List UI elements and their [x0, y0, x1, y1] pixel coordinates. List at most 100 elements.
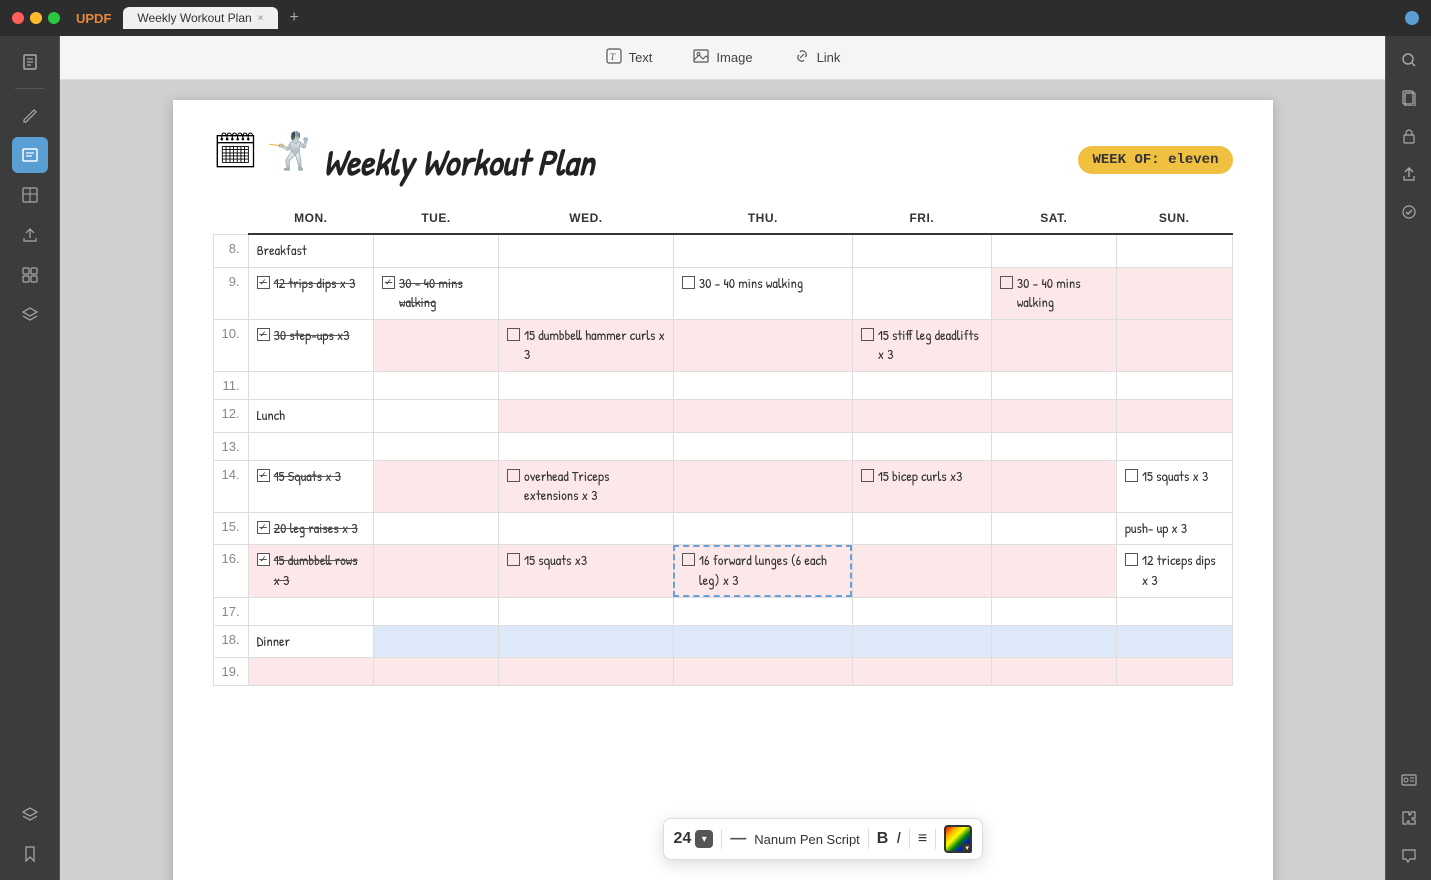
cell-13-fri[interactable]: [852, 432, 991, 460]
cell-8-tue[interactable]: [374, 234, 499, 267]
cell-12-sun[interactable]: [1116, 399, 1232, 432]
cell-14-sat[interactable]: [991, 460, 1116, 512]
right-id-button[interactable]: [1393, 764, 1425, 796]
cell-13-thu[interactable]: [673, 432, 852, 460]
cell-11-thu[interactable]: [673, 371, 852, 399]
checkbox-lunges[interactable]: [682, 553, 695, 566]
color-picker-button[interactable]: ▾: [944, 825, 972, 853]
cell-10-fri[interactable]: 15 stiff leg deadlifts x 3: [852, 319, 991, 371]
right-search-button[interactable]: [1393, 44, 1425, 76]
cell-15-mon[interactable]: 20 leg raises x 3: [248, 512, 373, 545]
cell-8-mon[interactable]: Breakfast: [248, 234, 373, 267]
cell-14-tue[interactable]: [374, 460, 499, 512]
cell-9-mon[interactable]: 12 trips dips x 3: [248, 267, 373, 319]
cell-15-fri[interactable]: [852, 512, 991, 545]
cell-11-sat[interactable]: [991, 371, 1116, 399]
cell-11-wed[interactable]: [499, 371, 674, 399]
checkbox-tricepsdips[interactable]: [1125, 553, 1138, 566]
active-tab[interactable]: Weekly Workout Plan ×: [123, 7, 277, 29]
cell-9-sat[interactable]: 30 - 40 mins walking: [991, 267, 1116, 319]
sidebar-icon-edit[interactable]: [12, 97, 48, 133]
cell-16-tue[interactable]: [374, 545, 499, 597]
cell-17-fri[interactable]: [852, 597, 991, 625]
cell-12-tue[interactable]: [374, 399, 499, 432]
checkbox-stepups[interactable]: [257, 328, 270, 341]
cell-18-sun[interactable]: [1116, 625, 1232, 658]
cell-19-sat[interactable]: [991, 658, 1116, 686]
cell-17-thu[interactable]: [673, 597, 852, 625]
cell-12-thu[interactable]: [673, 399, 852, 432]
checkbox-dumbrows[interactable]: [257, 553, 270, 566]
cell-19-fri[interactable]: [852, 658, 991, 686]
cell-10-sat[interactable]: [991, 319, 1116, 371]
cell-9-sun[interactable]: [1116, 267, 1232, 319]
cell-9-wed[interactable]: [499, 267, 674, 319]
cell-16-thu-selected[interactable]: 16 forward lunges (6 each leg) x 3: [673, 545, 852, 597]
cell-17-mon[interactable]: [248, 597, 373, 625]
cell-8-sun[interactable]: [1116, 234, 1232, 267]
align-button[interactable]: ≡: [918, 830, 927, 848]
cell-11-mon[interactable]: [248, 371, 373, 399]
link-tool-button[interactable]: Link: [785, 43, 849, 73]
checkbox-squats-mon[interactable]: [257, 469, 270, 482]
cell-14-thu[interactable]: [673, 460, 852, 512]
checkbox-30-40-sat[interactable]: [1000, 276, 1013, 289]
checkbox-squats-wed[interactable]: [507, 553, 520, 566]
cell-8-thu[interactable]: [673, 234, 852, 267]
right-share-button[interactable]: [1393, 158, 1425, 190]
cell-9-thu[interactable]: 30 - 40 mins walking: [673, 267, 852, 319]
sidebar-icon-layers[interactable]: [12, 297, 48, 333]
cell-15-sat[interactable]: [991, 512, 1116, 545]
tab-close-button[interactable]: ×: [258, 13, 264, 24]
cell-9-fri[interactable]: [852, 267, 991, 319]
checkbox-legraises[interactable]: [257, 521, 270, 534]
cell-15-thu[interactable]: [673, 512, 852, 545]
italic-button[interactable]: I: [896, 830, 900, 848]
minimize-window-button[interactable]: [30, 12, 42, 24]
checkbox-biccurls[interactable]: [861, 469, 874, 482]
cell-18-mon[interactable]: Dinner: [248, 625, 373, 658]
cell-19-thu[interactable]: [673, 658, 852, 686]
checkbox-30-40-mon[interactable]: [382, 276, 395, 289]
cell-11-sun[interactable]: [1116, 371, 1232, 399]
checkbox-12trips[interactable]: [257, 276, 270, 289]
cell-13-mon[interactable]: [248, 432, 373, 460]
cell-18-wed[interactable]: [499, 625, 674, 658]
right-chat-button[interactable]: [1393, 840, 1425, 872]
cell-10-tue[interactable]: [374, 319, 499, 371]
right-pages-button[interactable]: [1393, 82, 1425, 114]
cell-10-mon[interactable]: 30 step-ups x3: [248, 319, 373, 371]
right-check-button[interactable]: [1393, 196, 1425, 228]
close-window-button[interactable]: [12, 12, 24, 24]
cell-17-sun[interactable]: [1116, 597, 1232, 625]
font-size-dropdown[interactable]: ▾: [695, 830, 713, 848]
cell-14-mon[interactable]: 15 Squats x 3: [248, 460, 373, 512]
cell-18-tue[interactable]: [374, 625, 499, 658]
cell-8-fri[interactable]: [852, 234, 991, 267]
font-decrease-button[interactable]: —: [730, 830, 746, 848]
cell-11-tue[interactable]: [374, 371, 499, 399]
cell-19-mon[interactable]: [248, 658, 373, 686]
cell-15-wed[interactable]: [499, 512, 674, 545]
add-tab-button[interactable]: +: [290, 9, 299, 27]
sidebar-icon-grid[interactable]: [12, 257, 48, 293]
cell-13-sun[interactable]: [1116, 432, 1232, 460]
cell-12-fri[interactable]: [852, 399, 991, 432]
sidebar-icon-layers-bottom[interactable]: [12, 796, 48, 832]
cell-19-tue[interactable]: [374, 658, 499, 686]
cell-18-sat[interactable]: [991, 625, 1116, 658]
cell-10-wed[interactable]: 15 dumbbell hammer curls x 3: [499, 319, 674, 371]
checkbox-hammercurls[interactable]: [507, 328, 520, 341]
cell-16-sat[interactable]: [991, 545, 1116, 597]
sidebar-icon-export[interactable]: [12, 217, 48, 253]
cell-10-thu[interactable]: [673, 319, 852, 371]
document-area[interactable]: 🗓 🤺 Weekly Workout Plan WEEK OF: eleven …: [60, 80, 1385, 880]
checkbox-overhead[interactable]: [507, 469, 520, 482]
cell-10-sun[interactable]: [1116, 319, 1232, 371]
sidebar-icon-pages[interactable]: [12, 44, 48, 80]
cell-9-tue[interactable]: 30 - 40 mins walking: [374, 267, 499, 319]
cell-15-sun[interactable]: push- up x 3: [1116, 512, 1232, 545]
cell-13-sat[interactable]: [991, 432, 1116, 460]
cell-8-sat[interactable]: [991, 234, 1116, 267]
maximize-window-button[interactable]: [48, 12, 60, 24]
